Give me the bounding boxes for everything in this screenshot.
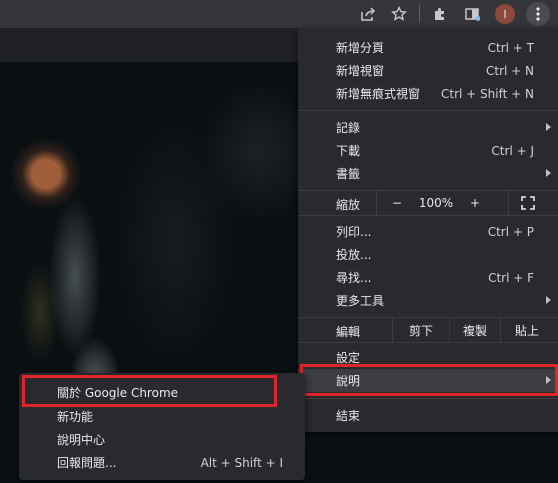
zoom-in-button[interactable]: + <box>462 191 488 215</box>
menu-item-history[interactable]: 記錄 <box>298 116 558 139</box>
menu-item-more-tools[interactable]: 更多工具 <box>298 289 558 312</box>
copy-button[interactable]: 複製 <box>450 318 500 342</box>
edit-label: 編輯 <box>336 325 361 339</box>
toolbar-divider <box>419 5 420 23</box>
submenu-arrow-icon <box>546 123 551 131</box>
more-vertical-icon[interactable] <box>526 2 550 26</box>
menu-item-help[interactable]: 說明 <box>298 369 558 392</box>
menu-item-shortcut: Ctrl + T <box>487 40 534 55</box>
menu-item-exit[interactable]: 結束 <box>298 404 558 427</box>
submenu-item-about-chrome[interactable]: 關於 Google Chrome <box>19 381 305 404</box>
submenu-item-label: 關於 Google Chrome <box>57 386 179 400</box>
menu-item-label: 說明 <box>336 374 361 388</box>
menu-item-label: 新增無痕式視窗 <box>336 87 421 101</box>
avatar-initial: I <box>503 7 507 21</box>
menu-item-shortcut: Ctrl + P <box>487 224 534 239</box>
submenu-item-report-issue[interactable]: 回報問題... Alt + Shift + I <box>19 451 305 474</box>
submenu-item-whats-new[interactable]: 新功能 <box>19 405 305 428</box>
menu-item-shortcut: Ctrl + F <box>488 270 534 285</box>
fullscreen-icon[interactable] <box>516 191 540 215</box>
menu-item-label: 結束 <box>336 409 361 423</box>
menu-item-label: 設定 <box>336 351 361 365</box>
avatar[interactable]: I <box>495 4 515 24</box>
menu-item-new-incognito-window[interactable]: 新增無痕式視窗 Ctrl + Shift + N <box>298 82 558 105</box>
menu-item-new-window[interactable]: 新增視窗 Ctrl + N <box>298 59 558 82</box>
menu-item-settings[interactable]: 設定 <box>298 346 558 369</box>
menu-item-print[interactable]: 列印... Ctrl + P <box>298 220 558 243</box>
zoom-out-button[interactable]: − <box>384 191 410 215</box>
menu-separator <box>298 398 558 399</box>
bookmark-star-icon[interactable] <box>389 4 409 24</box>
menu-divider <box>376 191 377 215</box>
reading-list-icon[interactable] <box>462 4 482 24</box>
submenu-arrow-icon <box>546 376 551 384</box>
menu-item-label: 書籤 <box>336 167 361 181</box>
share-icon[interactable] <box>358 4 378 24</box>
menu-item-label: 記錄 <box>336 121 361 135</box>
browser-toolbar: I <box>0 0 558 28</box>
menu-item-shortcut: Ctrl + J <box>491 143 534 158</box>
edit-row: 編輯 剪下 複製 貼上 <box>298 318 558 342</box>
submenu-item-label: 說明中心 <box>57 433 106 447</box>
menu-divider <box>508 191 509 215</box>
menu-item-label: 新增視窗 <box>336 64 385 78</box>
menu-item-label: 投放... <box>336 248 372 262</box>
menu-item-shortcut: Ctrl + Shift + N <box>441 86 534 101</box>
menu-item-shortcut: Ctrl + N <box>485 63 534 78</box>
menu-item-label: 下載 <box>336 144 361 158</box>
menu-item-label: 更多工具 <box>336 294 385 308</box>
submenu-item-shortcut: Alt + Shift + I <box>200 455 283 470</box>
menu-item-bookmarks[interactable]: 書籤 <box>298 162 558 185</box>
menu-separator <box>298 342 558 343</box>
zoom-level: 100% <box>418 196 454 210</box>
zoom-label: 縮放 <box>336 198 361 212</box>
chrome-main-menu: 新增分頁 Ctrl + T 新增視窗 Ctrl + N 新增無痕式視窗 Ctrl… <box>298 28 558 432</box>
submenu-item-label: 新功能 <box>57 410 94 424</box>
submenu-item-label: 回報問題... <box>57 456 117 470</box>
menu-separator <box>298 110 558 111</box>
menu-separator <box>298 215 558 216</box>
help-submenu: 關於 Google Chrome 新功能 說明中心 回報問題... Alt + … <box>19 373 305 480</box>
menu-item-label: 列印... <box>336 225 372 239</box>
submenu-arrow-icon <box>546 296 551 304</box>
menu-item-label: 尋找... <box>336 271 372 285</box>
zoom-row: 縮放 − 100% + <box>298 191 558 215</box>
menu-item-label: 新增分頁 <box>336 41 385 55</box>
menu-item-cast[interactable]: 投放... <box>298 243 558 266</box>
submenu-item-help-center[interactable]: 說明中心 <box>19 428 305 451</box>
paste-button[interactable]: 貼上 <box>501 318 553 342</box>
menu-item-new-tab[interactable]: 新增分頁 Ctrl + T <box>298 36 558 59</box>
extensions-icon[interactable] <box>430 4 450 24</box>
menu-item-downloads[interactable]: 下載 Ctrl + J <box>298 139 558 162</box>
menu-item-find[interactable]: 尋找... Ctrl + F <box>298 266 558 289</box>
cut-button[interactable]: 剪下 <box>393 318 449 342</box>
submenu-arrow-icon <box>546 169 551 177</box>
